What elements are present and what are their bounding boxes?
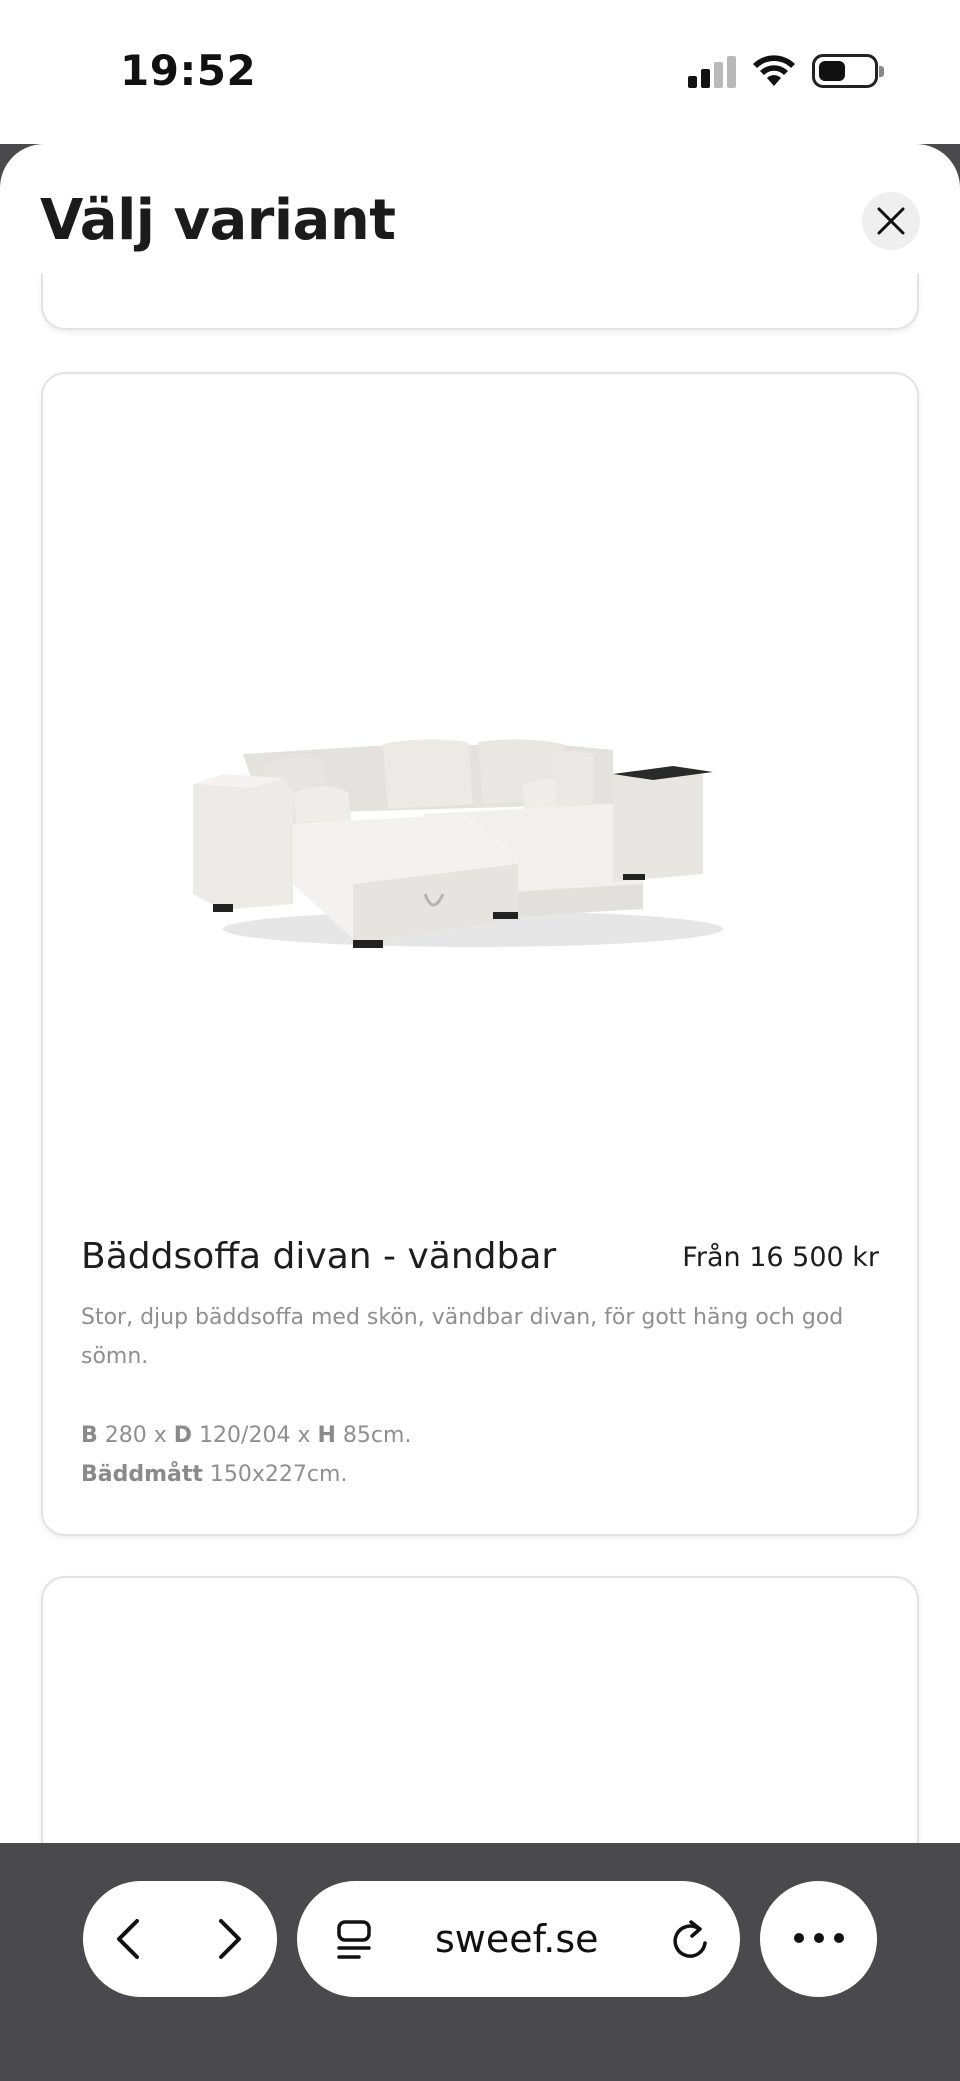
status-time: 19:52	[120, 46, 257, 95]
product-price: Från 16 500 kr	[682, 1242, 879, 1273]
more-button[interactable]	[760, 1881, 877, 1997]
reload-icon[interactable]	[669, 1917, 713, 1963]
variant-card-next[interactable]	[41, 1576, 919, 1844]
variant-sheet: Välj variant Bäddsoffa divan - vändbar F…	[0, 144, 960, 1844]
more-icon	[794, 1933, 844, 1943]
dims-d-value: 120/204 x	[199, 1423, 311, 1448]
dimensions-line: B 280 x D 120/204 x H 85cm.	[81, 1416, 411, 1455]
browser-toolbar: sweef.se	[0, 1843, 960, 2081]
sheet-title: Välj variant	[40, 188, 396, 253]
dims-b-label: B	[81, 1423, 98, 1448]
variant-card-previous[interactable]	[41, 274, 919, 330]
battery-icon	[812, 54, 884, 88]
wifi-icon	[753, 55, 795, 86]
bed-size-line: Bäddmått 150x227cm.	[81, 1455, 411, 1494]
url-bar[interactable]: sweef.se	[297, 1881, 740, 1997]
chevron-left-icon[interactable]	[113, 1917, 143, 1961]
variant-card[interactable]: Bäddsoffa divan - vändbar Från 16 500 kr…	[41, 372, 919, 1536]
chevron-right-icon[interactable]	[215, 1917, 245, 1961]
dims-b-value: 280 x	[104, 1423, 167, 1448]
product-description: Stor, djup bäddsoffa med skön, vändbar d…	[81, 1305, 844, 1369]
dims-d-label: D	[173, 1423, 193, 1448]
dims-h-label: H	[317, 1423, 336, 1448]
reader-icon[interactable]	[335, 1919, 373, 1961]
bed-size-label: Bäddmått	[81, 1462, 203, 1487]
bed-size-value: 150x227cm.	[209, 1462, 348, 1487]
signal-icon	[688, 56, 738, 88]
dims-h-value: 85cm.	[342, 1423, 412, 1448]
status-bar: 19:52	[0, 0, 960, 144]
product-title: Bäddsoffa divan - vändbar	[81, 1236, 557, 1277]
navigation-pill	[83, 1881, 277, 1997]
url-text[interactable]: sweef.se	[435, 1917, 599, 1961]
product-dimensions: B 280 x D 120/204 x H 85cm. Bäddmått 150…	[81, 1416, 411, 1494]
close-button[interactable]	[862, 192, 920, 250]
sofa-image	[193, 739, 723, 948]
close-icon	[877, 207, 905, 235]
